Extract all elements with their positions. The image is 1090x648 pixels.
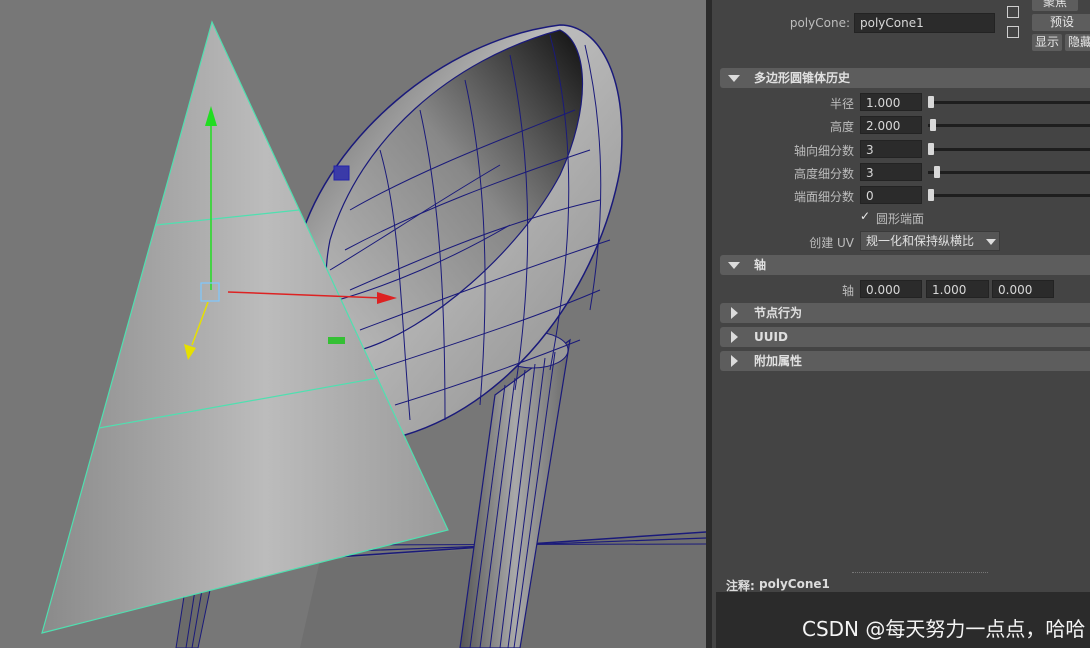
section-node-behavior[interactable]: 节点行为 — [720, 303, 1090, 323]
section-title: 轴 — [754, 258, 767, 272]
preset-button[interactable]: 预设 — [1032, 14, 1090, 31]
subdivisions-cap-field[interactable]: 0 — [860, 186, 922, 204]
viewport-3d[interactable] — [0, 0, 706, 648]
chevron-down-icon — [986, 239, 996, 245]
chevron-right-icon — [731, 331, 738, 343]
show-arrow-icon[interactable] — [1007, 26, 1019, 38]
section-title: 多边形圆锥体历史 — [754, 71, 851, 85]
chevron-down-icon — [728, 262, 740, 269]
subdivisions-axis-field[interactable]: 3 — [860, 140, 922, 158]
subdivisions-height-label: 高度细分数 — [793, 167, 854, 181]
create-uv-value: 规一化和保持纵横比 — [866, 234, 975, 248]
chevron-right-icon — [731, 355, 738, 367]
notes-node-name: polyCone1 — [759, 577, 830, 591]
section-title: 节点行为 — [754, 306, 803, 320]
subdivisions-cap-slider-track[interactable] — [928, 194, 1090, 197]
radius-slider-thumb[interactable] — [928, 96, 934, 108]
hide-button[interactable]: 隐藏 — [1065, 34, 1090, 51]
axis-label: 轴 — [841, 284, 854, 298]
focus-arrow-icon[interactable] — [1007, 6, 1019, 18]
node-name-field[interactable]: polyCone1 — [854, 13, 995, 33]
node-type-label: polyCone: — [789, 16, 850, 30]
radius-field[interactable]: 1.000 — [860, 93, 922, 111]
watermark: CSDN @每天努力一点点，哈哈 — [802, 617, 1086, 641]
axis-x-field[interactable]: 0.000 — [860, 280, 922, 298]
subdivisions-height-slider-thumb[interactable] — [934, 166, 940, 178]
height-slider-track[interactable] — [928, 124, 1090, 127]
axis-y-field[interactable]: 1.000 — [926, 280, 989, 298]
subdivisions-cap-slider-thumb[interactable] — [928, 189, 934, 201]
subdivisions-cap-label: 端面细分数 — [793, 190, 854, 204]
height-field[interactable]: 2.000 — [860, 116, 922, 134]
subdivisions-height-slider-track[interactable] — [928, 171, 1090, 174]
subdivisions-height-field[interactable]: 3 — [860, 163, 922, 181]
section-uuid[interactable]: UUID — [720, 327, 1090, 347]
height-slider-thumb[interactable] — [930, 119, 936, 131]
axis-z-field[interactable]: 0.000 — [992, 280, 1054, 298]
section-cone-history[interactable]: 多边形圆锥体历史 — [720, 68, 1090, 88]
section-title: 附加属性 — [754, 354, 803, 368]
radius-label: 半径 — [829, 97, 854, 111]
create-uv-label: 创建 UV — [809, 236, 854, 250]
panel-divider[interactable] — [706, 0, 712, 648]
xz-plane-handle[interactable] — [328, 337, 345, 344]
attribute-editor: polyCone: polyCone1 聚焦 预设 显示 隐藏 多边形圆锥体历史… — [706, 0, 1090, 648]
round-cap-label: 圆形端面 — [876, 212, 925, 226]
chevron-down-icon — [728, 75, 740, 82]
scene-canvas[interactable] — [0, 0, 706, 648]
subdivisions-axis-slider-track[interactable] — [928, 148, 1090, 151]
notes-splitter[interactable] — [852, 572, 988, 573]
subdivisions-axis-slider-thumb[interactable] — [928, 143, 934, 155]
height-label: 高度 — [829, 120, 854, 134]
chevron-right-icon — [731, 307, 738, 319]
back-pole — [175, 589, 211, 648]
checkmark-icon[interactable]: ✓ — [860, 209, 870, 223]
section-title: UUID — [754, 330, 788, 344]
show-button[interactable]: 显示 — [1032, 34, 1062, 51]
focus-button[interactable]: 聚焦 — [1032, 0, 1078, 11]
create-uv-dropdown[interactable]: 规一化和保持纵横比 — [860, 231, 1000, 251]
section-axis[interactable]: 轴 — [720, 255, 1090, 275]
subdivisions-axis-label: 轴向细分数 — [793, 144, 854, 158]
yz-plane-handle[interactable] — [333, 165, 350, 181]
section-extra-attributes[interactable]: 附加属性 — [720, 351, 1090, 371]
radius-slider-track[interactable] — [928, 101, 1090, 104]
